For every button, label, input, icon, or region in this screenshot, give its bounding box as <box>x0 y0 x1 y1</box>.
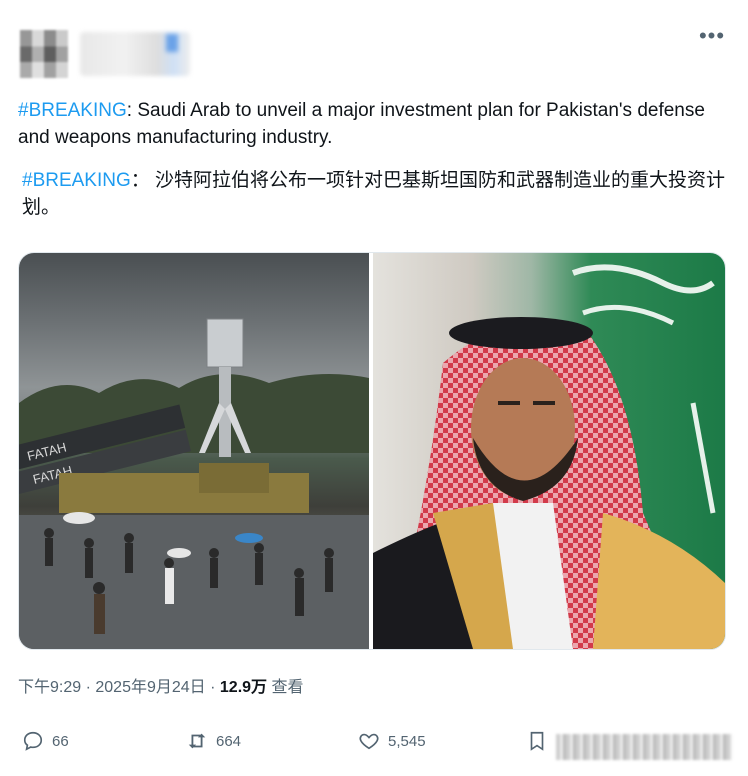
post-metadata: 下午9:29 · 2025年9月24日 · 12.9万 查看 <box>18 673 304 697</box>
verified-badge-icon <box>166 34 178 52</box>
hashtag-link[interactable]: #BREAKING <box>18 100 127 121</box>
hashtag-link[interactable]: #BREAKING <box>22 170 131 191</box>
post-text-english: #BREAKING: Saudi Arab to unveil a major … <box>18 97 730 151</box>
reply-count: 66 <box>52 732 69 750</box>
avatar[interactable] <box>20 30 68 78</box>
reply-button[interactable]: 66 <box>22 730 69 752</box>
meta-separator: · <box>81 679 96 696</box>
like-button[interactable]: 5,545 <box>358 730 426 752</box>
post-date[interactable]: 2025年9月24日 <box>95 679 205 696</box>
more-options-icon[interactable]: ••• <box>696 25 728 52</box>
like-count: 5,545 <box>388 732 426 750</box>
repost-icon <box>188 733 206 749</box>
post-text-chinese: #BREAKING： 沙特阿拉伯将公布一项针对巴基斯坦国防和武器制造业的重大投资… <box>22 167 734 221</box>
reply-icon <box>23 731 43 751</box>
meta-separator: · <box>205 679 220 696</box>
repost-count: 664 <box>216 732 242 750</box>
post-time[interactable]: 下午9:29 <box>18 679 81 696</box>
missile-parade-illustration: FATAH FATAH <box>19 318 369 649</box>
heart-icon <box>359 733 379 750</box>
bookmark-button[interactable] <box>526 730 548 752</box>
author-name-blurred[interactable] <box>80 32 190 76</box>
missile-parade-photo[interactable]: FATAH FATAH <box>19 253 369 649</box>
repost-button[interactable]: 664 <box>186 730 241 752</box>
media-grid: FATAH FATAH <box>18 252 726 650</box>
saudi-prince-photo[interactable] <box>373 253 725 649</box>
bookmark-icon <box>530 731 544 751</box>
watermark <box>556 734 732 760</box>
views-count: 12.9万 <box>219 679 268 696</box>
portrait-illustration <box>373 264 725 649</box>
views-label: 查看 <box>271 679 304 696</box>
